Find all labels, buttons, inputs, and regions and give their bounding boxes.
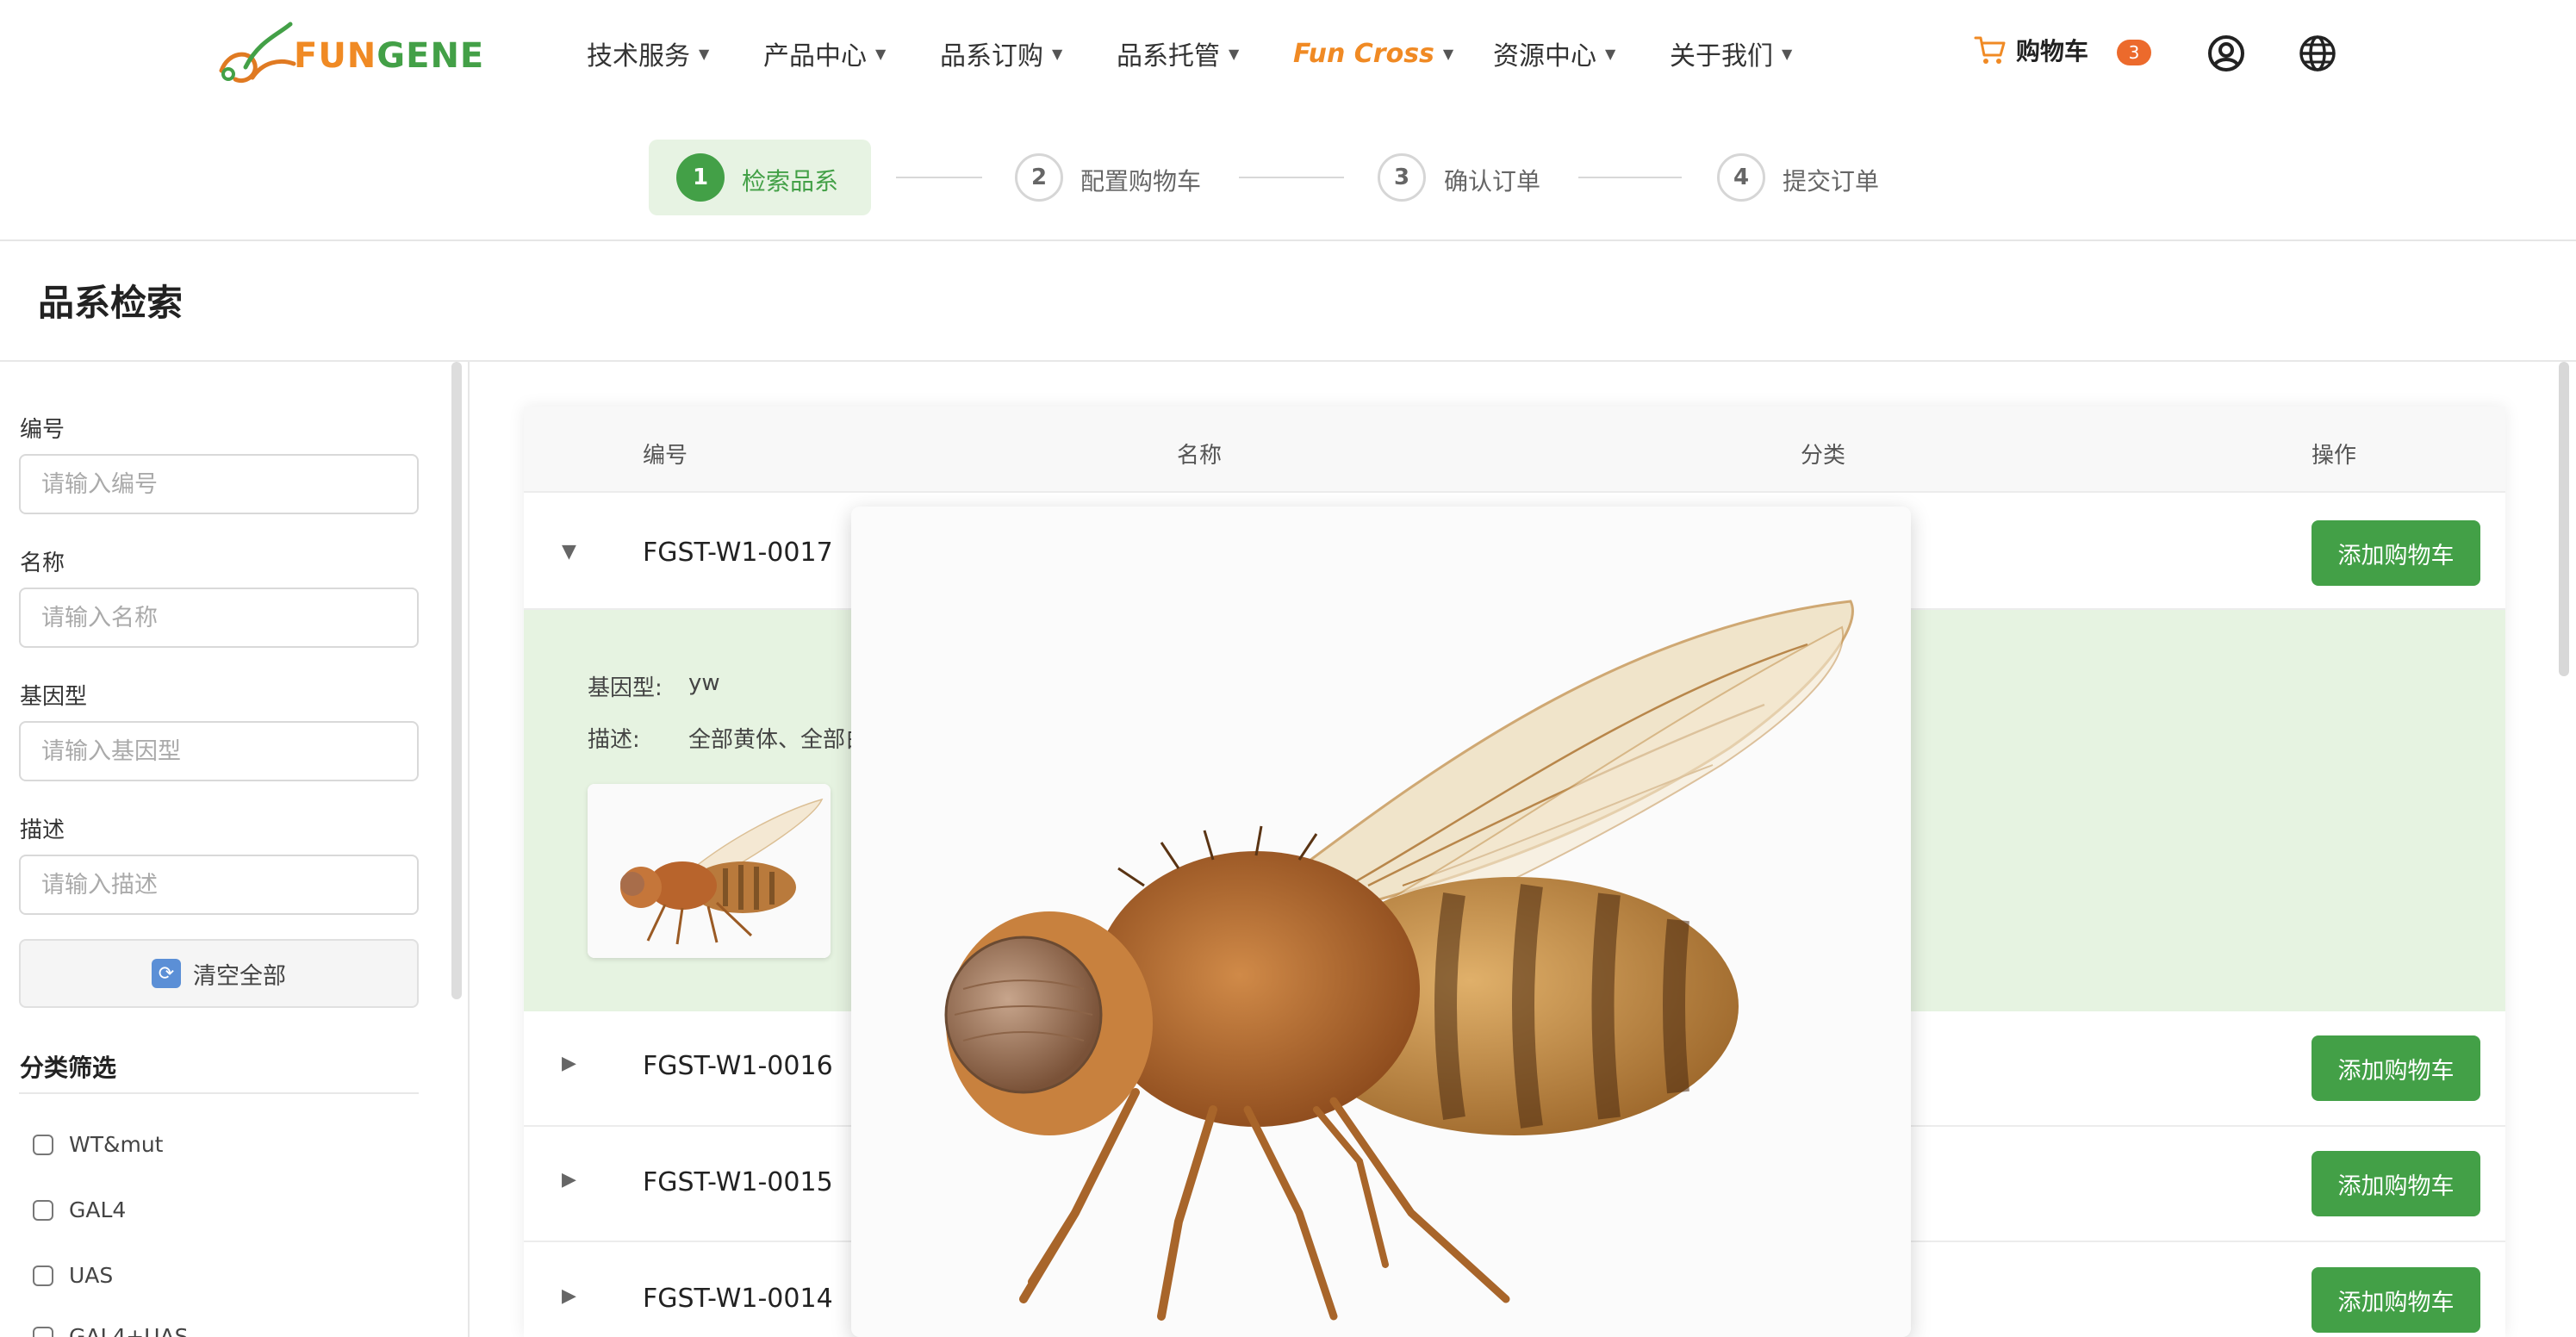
column-header-id: 编号: [643, 443, 688, 469]
nav-label: 关于我们: [1670, 41, 1773, 72]
cart-count-badge: 3: [2117, 40, 2151, 65]
detail-genotype-value: yw: [688, 670, 720, 696]
step-connector: [1578, 177, 1682, 178]
strain-id: FGST-W1-0016: [643, 1051, 833, 1081]
step-1-label: 检索品系: [742, 167, 839, 196]
chevron-down-icon: ▼: [1052, 45, 1063, 62]
expand-caret-icon[interactable]: ▶: [562, 1285, 576, 1307]
cart-icon: [1974, 36, 2006, 64]
cart-label: 购物车: [2016, 37, 2089, 65]
fly-preview-image: [851, 507, 1911, 1337]
add-to-cart-button[interactable]: 添加购物车: [2312, 1151, 2480, 1216]
step-4-number: 4: [1717, 153, 1765, 202]
step-connector: [896, 177, 982, 178]
category-checkbox-gal4[interactable]: GAL4: [33, 1197, 126, 1222]
description-filter-input[interactable]: [19, 855, 419, 915]
strain-id: FGST-W1-0014: [643, 1284, 833, 1314]
checkbox-label: GAL4: [69, 1197, 127, 1222]
divider: [19, 1092, 419, 1094]
nav-label: 品系托管: [1117, 41, 1220, 72]
step-2-number: 2: [1015, 153, 1063, 202]
chevron-down-icon: ▼: [875, 45, 887, 62]
step-3-number: 3: [1378, 153, 1426, 202]
nav-item-tech-service[interactable]: 技术服务 ▼: [587, 34, 709, 72]
step-3-label: 确认订单: [1444, 167, 1541, 196]
logo-wordmark: FUNGENE: [294, 36, 484, 76]
image-preview-popup[interactable]: [851, 507, 1911, 1337]
add-to-cart-button[interactable]: 添加购物车: [2312, 520, 2480, 586]
step-4-label: 提交订单: [1783, 167, 1880, 196]
checkbox[interactable]: [33, 1134, 53, 1155]
strain-id: FGST-W1-0015: [643, 1167, 833, 1197]
strain-id: FGST-W1-0017: [643, 538, 833, 568]
chevron-down-icon: ▼: [1442, 45, 1454, 62]
nav-item-products[interactable]: 产品中心 ▼: [763, 34, 886, 72]
checkbox-label: UAS: [69, 1263, 114, 1288]
genotype-filter-input[interactable]: [19, 721, 419, 781]
cart-link[interactable]: 购物车: [1973, 33, 2088, 67]
genotype-filter-label: 基因型: [20, 684, 88, 710]
checkbox[interactable]: [33, 1326, 53, 1337]
category-checkbox-wt-mut[interactable]: WT&mut: [33, 1132, 164, 1157]
sidebar-scrollbar[interactable]: [451, 362, 462, 999]
nav-label: 技术服务: [587, 41, 690, 72]
page-title: 品系检索: [38, 282, 184, 324]
checkbox-label: WT&mut: [69, 1132, 164, 1157]
chevron-down-icon: ▼: [699, 45, 710, 62]
nav-item-strain-hosting[interactable]: 品系托管 ▼: [1117, 34, 1239, 72]
step-2-label: 配置购物车: [1080, 167, 1202, 196]
nav-label: 资源中心: [1493, 41, 1596, 72]
checkbox[interactable]: [33, 1265, 53, 1286]
logo-gene: GENE: [376, 36, 485, 76]
column-header-action: 操作: [2312, 443, 2357, 469]
category-filter-title: 分类筛选: [20, 1054, 117, 1082]
detail-genotype-label: 基因型:: [588, 675, 663, 701]
chevron-down-icon: ▼: [1782, 45, 1793, 62]
collapse-caret-icon[interactable]: ▼: [562, 541, 576, 563]
nav-item-fun-cross[interactable]: Fun Cross ▼: [1293, 34, 1453, 72]
column-header-name: 名称: [1177, 443, 1223, 469]
checkbox[interactable]: [33, 1199, 53, 1221]
globe-icon[interactable]: [2297, 33, 2338, 74]
id-filter-label: 编号: [20, 417, 65, 443]
name-filter-input[interactable]: [19, 588, 419, 648]
expand-caret-icon[interactable]: ▶: [562, 1169, 576, 1191]
column-header-category: 分类: [1801, 443, 1846, 469]
category-checkbox-uas[interactable]: UAS: [33, 1263, 113, 1288]
clear-all-label: 清空全部: [193, 962, 286, 990]
step-connector: [1239, 177, 1344, 178]
description-filter-label: 描述: [20, 818, 65, 843]
checkbox-label: GAL4+UAS: [69, 1324, 189, 1337]
logo-fun: FUN: [294, 36, 377, 76]
clear-all-button[interactable]: ⟳ 清空全部: [19, 939, 419, 1008]
logo-mark-icon: [219, 22, 296, 83]
chevron-down-icon: ▼: [1229, 45, 1240, 62]
step-1-number: 1: [676, 153, 725, 202]
category-checkbox-gal4-uas[interactable]: GAL4+UAS: [33, 1324, 189, 1337]
fly-thumbnail: [588, 784, 831, 958]
refresh-icon: ⟳: [152, 959, 181, 988]
fungene-logo[interactable]: FUNGENE: [211, 17, 483, 95]
add-to-cart-button[interactable]: 添加购物车: [2312, 1035, 2480, 1101]
nav-label: 产品中心: [763, 41, 867, 72]
page-scrollbar[interactable]: [2559, 362, 2569, 676]
user-icon[interactable]: [2206, 33, 2247, 74]
nav-item-resources[interactable]: 资源中心 ▼: [1493, 34, 1615, 72]
detail-description-label: 描述:: [588, 727, 640, 753]
nav-label: 品系订购: [940, 41, 1043, 72]
name-filter-label: 名称: [20, 550, 65, 576]
nav-item-about[interactable]: 关于我们 ▼: [1670, 34, 1792, 72]
expand-caret-icon[interactable]: ▶: [562, 1053, 576, 1074]
table-header: [524, 407, 2505, 493]
id-filter-input[interactable]: [19, 454, 419, 514]
nav-label: Fun Cross: [1293, 38, 1434, 69]
chevron-down-icon: ▼: [1605, 45, 1616, 62]
detail-description-value: 全部黄体、全部白: [688, 727, 868, 753]
nav-item-strain-order[interactable]: 品系订购 ▼: [940, 34, 1062, 72]
add-to-cart-button[interactable]: 添加购物车: [2312, 1267, 2480, 1333]
strain-thumbnail-image[interactable]: [588, 784, 831, 958]
